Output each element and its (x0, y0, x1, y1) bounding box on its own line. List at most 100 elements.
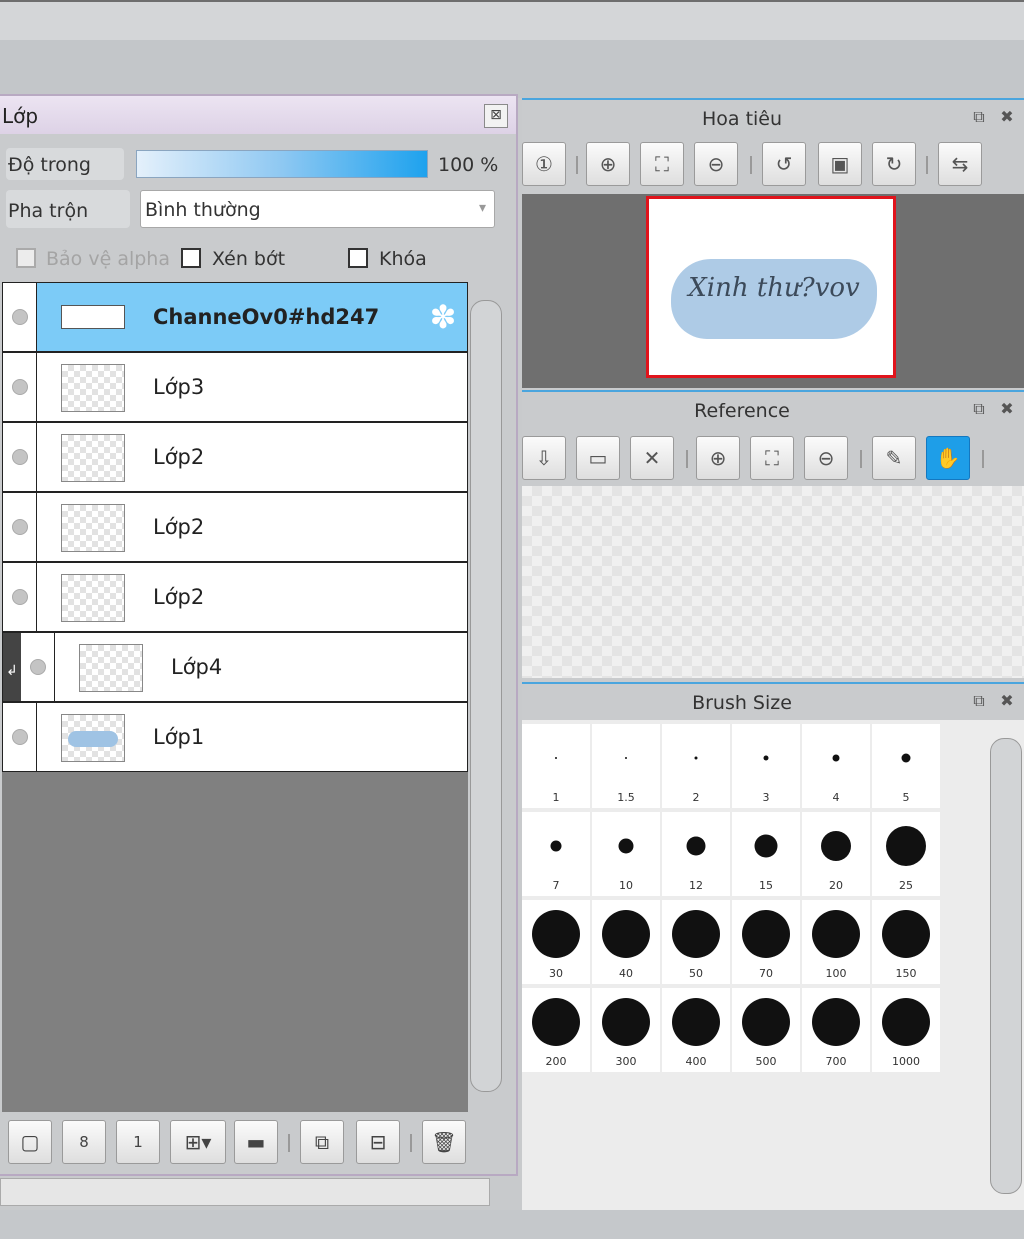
brush-size-label: 20 (829, 879, 843, 892)
layer-panel-titlebar[interactable]: Lớp ⊠ (0, 96, 516, 134)
brush-size-cell[interactable]: 15 (732, 812, 800, 896)
new-folder-icon[interactable]: ▬ (234, 1120, 278, 1164)
navigator-titlebar[interactable]: Hoa tiêu ⧉ ✖ (522, 100, 1024, 138)
layer-scrollbar-thumb[interactable] (470, 300, 502, 1092)
brush-size-scrollbar[interactable] (990, 738, 1022, 1194)
brush-size-cell[interactable]: 300 (592, 988, 660, 1072)
brush-size-cell[interactable]: 30 (522, 900, 590, 984)
zoom-in-icon[interactable]: ⊕ (586, 142, 630, 186)
rotate-right-icon[interactable]: ↻ (872, 142, 916, 186)
brush-size-label: 70 (759, 967, 773, 980)
brush-size-label: 3 (762, 791, 770, 804)
zoom-in-icon[interactable]: ⊕ (696, 436, 740, 480)
brush-size-cell[interactable]: 500 (732, 988, 800, 1072)
layer-row[interactable]: ChanneOv0#hd247 ✽ (2, 282, 468, 352)
opacity-value[interactable]: 100 % (438, 154, 498, 176)
brush-size-cell[interactable]: 1.5 (592, 724, 660, 808)
layer-row[interactable]: Lớp2 (2, 492, 468, 562)
layer-row[interactable]: Lớp2 (2, 422, 468, 492)
undock-icon[interactable]: ⧉ (968, 690, 990, 712)
brush-size-cell[interactable]: 20 (802, 812, 870, 896)
fit-window-icon[interactable]: ▣ (818, 142, 862, 186)
rotate-left-icon[interactable]: ↺ (762, 142, 806, 186)
brush-size-cell[interactable]: 400 (662, 988, 730, 1072)
brush-dot-icon (742, 998, 790, 1046)
flip-icon[interactable]: ⇆ (938, 142, 982, 186)
brush-size-cell[interactable]: 200 (522, 988, 590, 1072)
brush-size-cell[interactable]: 1000 (872, 988, 940, 1072)
layer-visibility-toggle[interactable] (3, 423, 37, 491)
layer-row[interactable]: Lớp3 (2, 352, 468, 422)
layer-scrollbar[interactable] (470, 300, 502, 1092)
brush-size-label: 4 (832, 791, 840, 804)
zoom-out-icon[interactable]: ⊖ (804, 436, 848, 480)
layer-thumbnail (61, 714, 125, 762)
layer-name: Lớp1 (153, 725, 205, 749)
load-icon[interactable]: ⇩ (522, 436, 566, 480)
gear-icon[interactable]: ✽ (427, 301, 459, 333)
blend-mode-select[interactable]: Bình thường ▾ (140, 190, 495, 228)
brush-size-cell[interactable]: 25 (872, 812, 940, 896)
layer-row[interactable]: Lớp2 (2, 562, 468, 632)
layer-visibility-toggle[interactable] (3, 283, 37, 351)
close-icon[interactable]: ✖ (996, 690, 1018, 712)
new-8bit-layer-icon[interactable]: 8 (62, 1120, 106, 1164)
visibility-dot-icon (12, 519, 28, 535)
brush-dot-icon (821, 831, 851, 861)
brush-size-cell[interactable]: 7 (522, 812, 590, 896)
navigator-canvas[interactable]: Xinh thư?vov (646, 196, 896, 378)
navigator-preview[interactable]: Xinh thư?vov (522, 194, 1024, 388)
brush-dot-icon (694, 756, 698, 760)
open-folder-icon[interactable]: ▭ (576, 436, 620, 480)
layer-visibility-toggle[interactable] (3, 703, 37, 771)
reference-canvas[interactable] (522, 486, 1024, 678)
duplicate-layer-icon[interactable]: ⧉ (300, 1120, 344, 1164)
brush-size-cell[interactable]: 2 (662, 724, 730, 808)
close-icon[interactable]: ✖ (996, 398, 1018, 420)
layer-thumbnail (61, 434, 125, 482)
brush-size-cell[interactable]: 100 (802, 900, 870, 984)
reference-titlebar[interactable]: Reference ⧉ ✖ (522, 392, 1024, 430)
protect-alpha-checkbox[interactable] (16, 248, 36, 268)
eyedropper-icon[interactable]: ✎ (872, 436, 916, 480)
layer-name: Lớp2 (153, 515, 205, 539)
delete-layer-icon[interactable]: 🗑 (422, 1120, 466, 1164)
hand-icon[interactable]: ✋ (926, 436, 970, 480)
brush-size-cell[interactable]: 70 (732, 900, 800, 984)
new-1bit-layer-icon[interactable]: 1 (116, 1120, 160, 1164)
clipping-checkbox[interactable] (181, 248, 201, 268)
zoom-actual-icon[interactable]: ① (522, 142, 566, 186)
undock-icon[interactable]: ⧉ (968, 106, 990, 128)
layer-visibility-toggle[interactable] (21, 633, 55, 701)
brush-size-cell[interactable]: 50 (662, 900, 730, 984)
fit-icon[interactable]: ⛶ (640, 142, 684, 186)
fit-icon[interactable]: ⛶ (750, 436, 794, 480)
layer-visibility-toggle[interactable] (3, 353, 37, 421)
brush-size-cell[interactable]: 700 (802, 988, 870, 1072)
brush-size-titlebar[interactable]: Brush Size ⧉ ✖ (522, 684, 1024, 722)
brush-size-label: 1000 (892, 1055, 920, 1068)
lock-checkbox[interactable] (348, 248, 368, 268)
layer-visibility-toggle[interactable] (3, 493, 37, 561)
merge-layer-icon[interactable]: ⊟ (356, 1120, 400, 1164)
brush-size-cell[interactable]: 10 (592, 812, 660, 896)
clear-icon[interactable]: ✕ (630, 436, 674, 480)
brush-size-cell[interactable]: 150 (872, 900, 940, 984)
opacity-slider[interactable] (136, 150, 428, 178)
close-icon[interactable]: ✖ (996, 106, 1018, 128)
undock-icon[interactable]: ⧉ (968, 398, 990, 420)
close-icon[interactable]: ⊠ (484, 104, 508, 128)
brush-size-cell[interactable]: 12 (662, 812, 730, 896)
zoom-out-icon[interactable]: ⊖ (694, 142, 738, 186)
brush-size-cell[interactable]: 4 (802, 724, 870, 808)
brush-size-cell[interactable]: 1 (522, 724, 590, 808)
new-layer-icon[interactable]: ▢ (8, 1120, 52, 1164)
brush-size-cell[interactable]: 40 (592, 900, 660, 984)
layer-row[interactable]: ↲ Lớp4 (2, 632, 468, 702)
brush-size-cell[interactable]: 5 (872, 724, 940, 808)
layer-visibility-toggle[interactable] (3, 563, 37, 631)
layer-row[interactable]: Lớp1 (2, 702, 468, 772)
new-layer-menu-icon[interactable]: ⊞▾ (170, 1120, 226, 1164)
brush-size-cell[interactable]: 3 (732, 724, 800, 808)
brush-dot-icon (550, 840, 562, 852)
